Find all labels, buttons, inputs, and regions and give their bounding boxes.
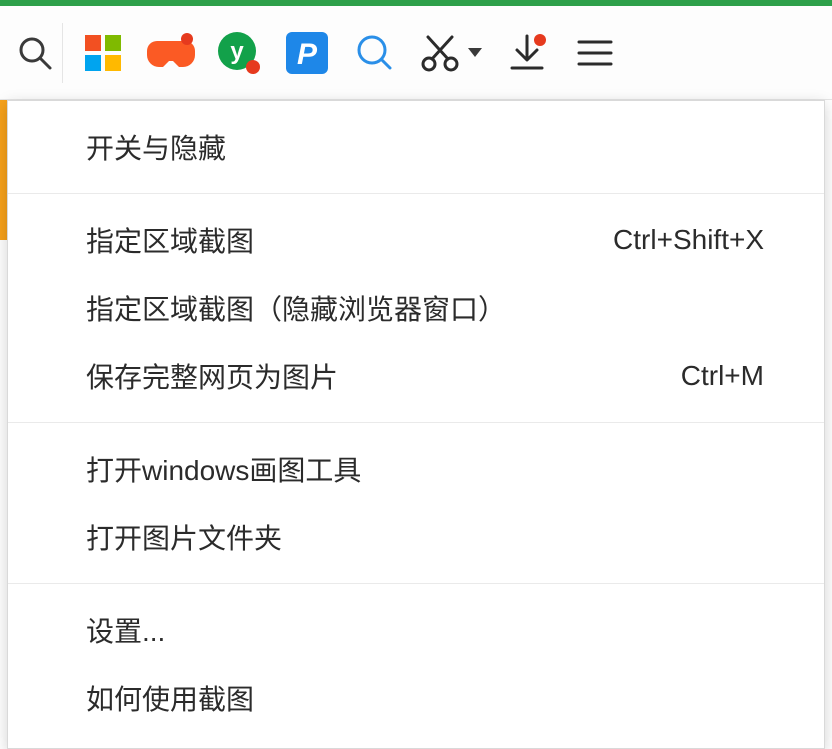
circle-search-icon [356,34,394,72]
menu-item-settings[interactable]: 设置... [8,596,824,664]
menu-item-label: 设置... [86,610,165,650]
menu-item-label: 指定区域截图（隐藏浏览器窗口） [86,288,506,328]
y-app-button[interactable]: y [205,14,273,92]
menu-item-region-screenshot[interactable]: 指定区域截图 Ctrl+Shift+X [8,206,824,274]
svg-text:P: P [297,38,318,71]
chevron-down-icon [468,48,482,57]
search-icon [17,35,53,71]
menu-item-shortcut: Ctrl+Shift+X [613,224,764,256]
screenshot-dropdown-menu: 开关与隐藏 指定区域截图 Ctrl+Shift+X 指定区域截图（隐藏浏览器窗口… [7,100,825,749]
downloads-button[interactable] [493,14,561,92]
menu-item-shortcut: Ctrl+M [681,360,764,392]
p-app-button[interactable]: P [273,14,341,92]
menu-item-toggle-hide[interactable]: 开关与隐藏 [8,113,824,181]
circle-search-button[interactable] [341,14,409,92]
menu-item-label: 打开图片文件夹 [86,517,282,557]
apps-tiles-button[interactable] [69,14,137,92]
menu-item-save-full-page[interactable]: 保存完整网页为图片 Ctrl+M [8,342,824,410]
y-circle-icon: y [217,31,261,75]
windows-tiles-icon [83,33,123,73]
menu-item-label: 保存完整网页为图片 [86,356,338,396]
active-tab-indicator [0,100,7,240]
download-icon [506,32,548,74]
scissors-icon [420,33,460,73]
search-button[interactable] [10,14,60,92]
hamburger-icon [577,38,613,68]
games-button[interactable] [137,14,205,92]
toolbar: y P [0,6,832,100]
menu-item-open-images-folder[interactable]: 打开图片文件夹 [8,503,824,571]
toolbar-separator [62,23,63,83]
menu-item-label: 指定区域截图 [86,220,254,260]
menu-item-region-screenshot-hidden[interactable]: 指定区域截图（隐藏浏览器窗口） [8,274,824,342]
menu-item-label: 开关与隐藏 [86,127,226,167]
main-menu-button[interactable] [561,14,629,92]
menu-item-label: 打开windows画图工具 [86,449,361,489]
gamepad-icon [147,33,195,73]
menu-item-how-to-use[interactable]: 如何使用截图 [8,664,824,732]
menu-item-label: 如何使用截图 [86,678,254,718]
screenshot-split-button[interactable] [409,33,493,73]
menu-section: 指定区域截图 Ctrl+Shift+X 指定区域截图（隐藏浏览器窗口） 保存完整… [8,194,824,423]
menu-section: 设置... 如何使用截图 [8,584,824,732]
menu-section: 开关与隐藏 [8,101,824,194]
menu-item-open-mspaint[interactable]: 打开windows画图工具 [8,435,824,503]
p-square-icon: P [286,32,328,74]
menu-section: 打开windows画图工具 打开图片文件夹 [8,423,824,584]
svg-text:y: y [230,38,244,65]
